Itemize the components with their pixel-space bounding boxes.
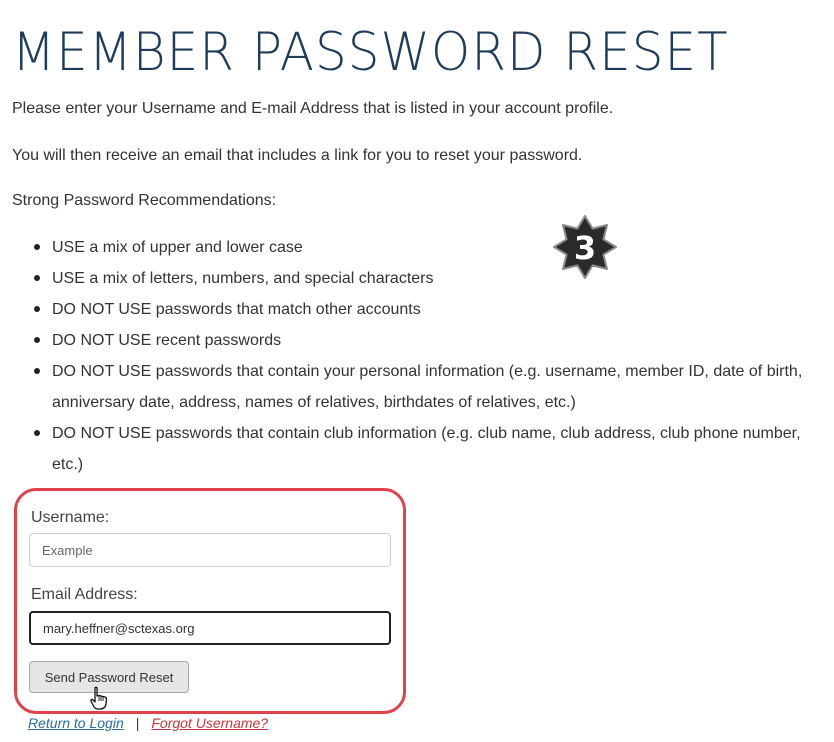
list-item: DO NOT USE passwords that contain club i… (12, 418, 824, 480)
link-separator: | (135, 715, 140, 731)
step-badge-icon: 3 (553, 215, 617, 279)
email-input[interactable] (29, 611, 391, 645)
page-title: MEMBER PASSWORD RESET (12, 21, 729, 83)
return-to-login-link[interactable]: Return to Login (28, 715, 124, 731)
info-text: You will then receive an email that incl… (12, 147, 583, 164)
list-item: DO NOT USE passwords that match other ac… (12, 294, 824, 325)
reset-form: Username: Email Address: Send Password R… (14, 488, 406, 714)
hand-pointer-icon (90, 686, 108, 710)
step-number: 3 (574, 229, 596, 267)
footer-links: Return to Login | Forgot Username? (28, 715, 268, 731)
send-password-reset-button[interactable]: Send Password Reset (29, 661, 189, 693)
email-label: Email Address: (31, 586, 138, 603)
list-item: DO NOT USE recent passwords (12, 325, 824, 356)
list-item: USE a mix of letters, numbers, and speci… (12, 263, 824, 294)
intro-text: Please enter your Username and E-mail Ad… (12, 100, 614, 117)
username-input[interactable] (29, 533, 391, 567)
forgot-username-link[interactable]: Forgot Username? (151, 715, 268, 731)
username-label: Username: (31, 509, 110, 526)
recommendations-list: USE a mix of upper and lower case USE a … (12, 232, 824, 480)
recommendations-heading: Strong Password Recommendations: (12, 192, 277, 209)
list-item: DO NOT USE passwords that contain your p… (12, 356, 824, 418)
list-item: USE a mix of upper and lower case (12, 232, 824, 263)
